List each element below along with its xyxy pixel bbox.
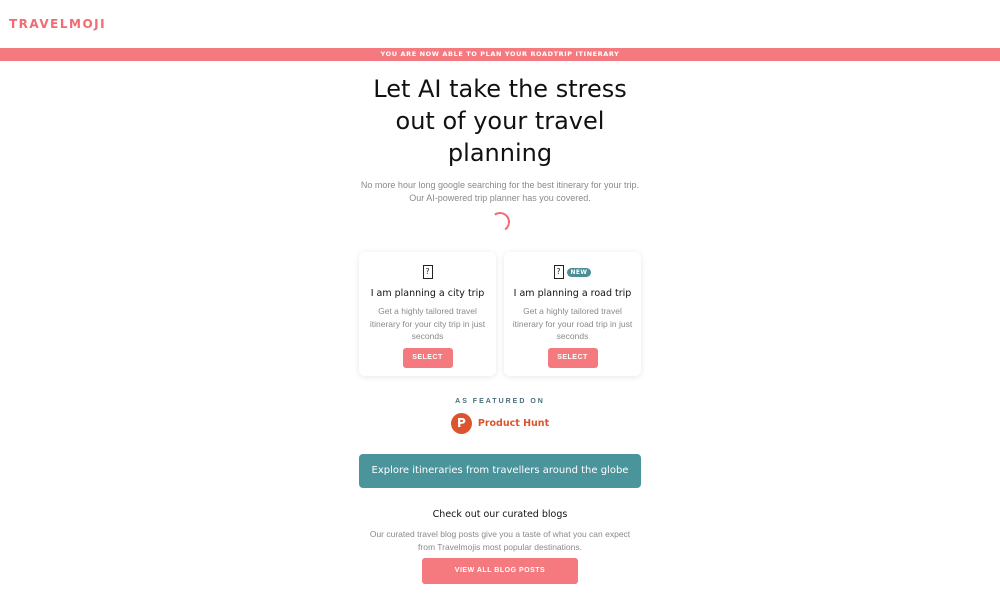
- blogs-description-line: Our curated travel blog posts give you a…: [369, 529, 631, 539]
- page: TRAVELMOJI YOU ARE NOW ABLE TO PLAN YOUR…: [0, 0, 1000, 600]
- view-all-blog-posts-button[interactable]: VIEW ALL BLOG POSTS: [422, 558, 578, 584]
- product-hunt-link[interactable]: P Product Hunt: [0, 413, 1000, 434]
- blogs-description-line: from Travelmojis most popular destinatio…: [418, 542, 582, 552]
- new-badge: NEW: [566, 267, 592, 277]
- product-hunt-label: Product Hunt: [477, 418, 550, 429]
- city-trip-card[interactable]: ? I am planning a city trip Get a highly…: [359, 252, 496, 376]
- select-city-trip-button[interactable]: SELECT: [402, 347, 453, 368]
- road-trip-card[interactable]: ? NEW I am planning a road trip Get a hi…: [504, 252, 641, 376]
- city-icon: ?: [422, 265, 433, 279]
- loading-spinner: [488, 210, 512, 234]
- explore-itineraries-button[interactable]: Explore itineraries from travellers arou…: [359, 454, 641, 488]
- hero-title: Let AI take the stress out of your trave…: [340, 73, 660, 169]
- hero-subtitle-line: Our AI-powered trip planner has you cove…: [409, 193, 591, 203]
- hero-title-line: Let AI take the stress: [373, 75, 627, 103]
- blogs-description: Our curated travel blog posts give you a…: [0, 528, 1000, 554]
- card-title: I am planning a city trip: [370, 288, 485, 299]
- card-title: I am planning a road trip: [513, 288, 632, 299]
- product-hunt-icon: P: [450, 413, 472, 434]
- announcement-banner: YOU ARE NOW ABLE TO PLAN YOUR ROADTRIP I…: [0, 48, 1000, 61]
- hero-subtitle: No more hour long google searching for t…: [0, 179, 1000, 205]
- card-icon-row: ?: [359, 264, 496, 280]
- card-description: Get a highly tailored travel itinerary f…: [512, 306, 633, 341]
- hero-title-line: planning: [447, 139, 553, 167]
- logo[interactable]: TRAVELMOJI: [9, 17, 106, 31]
- hero-subtitle-line: No more hour long google searching for t…: [360, 180, 640, 190]
- trip-type-cards: ? I am planning a city trip Get a highly…: [0, 252, 1000, 376]
- top-bar: TRAVELMOJI: [0, 0, 1000, 48]
- hero-title-line: out of your travel: [395, 107, 605, 135]
- card-icon-row: ? NEW: [504, 264, 641, 280]
- blogs-title: Check out our curated blogs: [432, 509, 568, 520]
- featured-label: AS FEATURED ON: [455, 398, 545, 405]
- car-icon: ?: [553, 265, 564, 279]
- select-road-trip-button[interactable]: SELECT: [547, 347, 598, 368]
- card-description: Get a highly tailored travel itinerary f…: [369, 306, 486, 341]
